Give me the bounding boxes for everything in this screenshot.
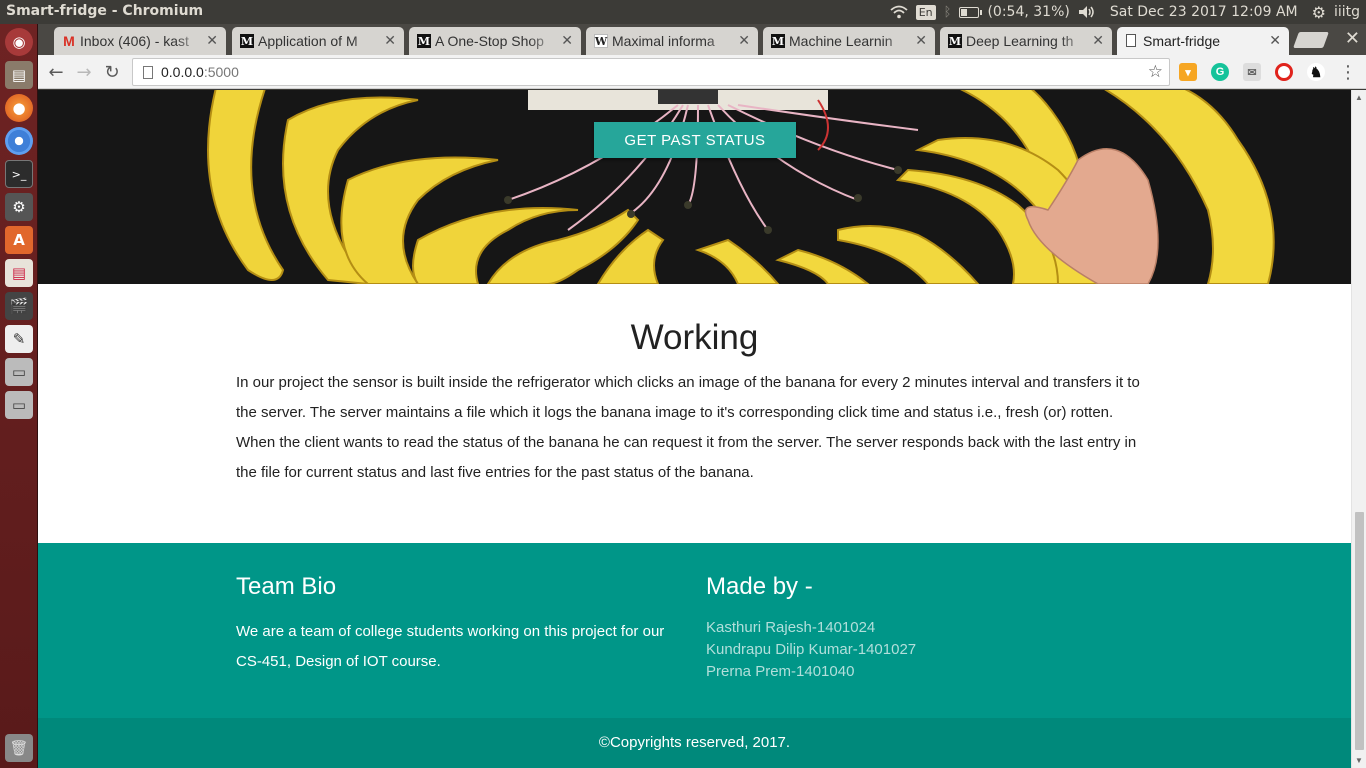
member-item[interactable]: Kundrapu Dilip Kumar-1401027	[706, 639, 1146, 661]
gear-icon[interactable]: ⚙	[1312, 3, 1326, 22]
banana-image	[38, 90, 1351, 284]
launcher: ◉ ▤ ● >_ ⚙ A ▤ 🎬 ✎ ▭ ▭ 🗑	[0, 24, 38, 768]
get-past-status-button[interactable]: GET PAST STATUS	[594, 122, 796, 158]
page-scrollbar[interactable]: ▲ ▼	[1351, 90, 1366, 768]
tab-title: Deep Learning th	[966, 33, 1074, 49]
member-item[interactable]: Prerna Prem-1401040	[706, 661, 1146, 683]
dash-icon[interactable]: ◉	[5, 28, 33, 56]
gmail-icon: M	[63, 33, 75, 49]
wifi-icon[interactable]	[890, 5, 908, 19]
tab-smart-fridge[interactable]: Smart-fridge ✕	[1117, 27, 1289, 55]
tab-application[interactable]: M Application of M ✕	[232, 27, 404, 55]
new-tab-button[interactable]	[1293, 32, 1329, 48]
battery-text: (0:54, 31%)	[987, 4, 1070, 20]
working-description: In our project the sensor is built insid…	[236, 374, 1140, 481]
url-text[interactable]: 0.0.0.0:5000	[161, 64, 239, 80]
settings-icon[interactable]: ⚙	[5, 193, 33, 221]
close-tab-icon[interactable]: ✕	[561, 32, 573, 49]
medium-icon: M	[417, 34, 431, 48]
close-tab-icon[interactable]: ✕	[1269, 32, 1281, 49]
tab-gmail[interactable]: M Inbox (406) - kast ✕	[54, 27, 226, 55]
members-list: Kasthuri Rajesh-1401024 Kundrapu Dilip K…	[706, 617, 1146, 683]
os-top-panel: Smart-fridge - Chromium En ᛒ (0:54, 31%)…	[0, 0, 1366, 24]
page-icon	[1126, 34, 1136, 47]
grammarly-extension-icon[interactable]: G	[1211, 63, 1229, 81]
username[interactable]: iiitg	[1334, 4, 1360, 20]
trash-icon[interactable]: 🗑	[5, 734, 33, 762]
tab-title: Application of M	[258, 33, 358, 49]
page-footer: Team Bio We are a team of college studen…	[38, 543, 1351, 718]
close-tab-icon[interactable]: ✕	[915, 32, 927, 49]
wikipedia-icon: W	[594, 34, 608, 48]
tab-machine-learning[interactable]: M Machine Learnin ✕	[763, 27, 935, 55]
scrollbar-thumb[interactable]	[1355, 512, 1364, 750]
browser-toolbar: ← → ↻ 0.0.0.0:5000 ☆ ▾ G ✉ ♞ ⋮	[38, 55, 1366, 89]
chromium-icon[interactable]	[5, 127, 33, 155]
close-tab-icon[interactable]: ✕	[206, 32, 218, 49]
team-bio-title: Team Bio	[236, 573, 337, 600]
keyboard-layout-indicator[interactable]: En	[915, 4, 936, 20]
firefox-icon[interactable]: ●	[5, 94, 33, 122]
team-bio-text: We are a team of college students workin…	[236, 623, 665, 670]
hero-banner: GET PAST STATUS	[38, 90, 1351, 284]
drive-icon-2[interactable]: ▭	[5, 391, 33, 419]
document-viewer-icon[interactable]: ▤	[5, 259, 33, 287]
battery-icon	[959, 6, 983, 18]
window-close-icon[interactable]: ✕	[1345, 28, 1360, 49]
tab-maximal-information[interactable]: W Maximal informa ✕	[586, 27, 758, 55]
close-tab-icon[interactable]: ✕	[384, 32, 396, 49]
close-tab-icon[interactable]: ✕	[738, 32, 750, 49]
tab-title: A One-Stop Shop	[435, 33, 544, 49]
video-player-icon[interactable]: 🎬	[5, 292, 33, 320]
member-item[interactable]: Kasthuri Rajesh-1401024	[706, 617, 1146, 639]
drive-icon[interactable]: ▭	[5, 358, 33, 386]
tab-strip: M Inbox (406) - kast ✕ M Application of …	[38, 24, 1366, 55]
extension-icon[interactable]: ✉	[1243, 63, 1261, 81]
bookmark-star-icon[interactable]: ☆	[1148, 62, 1163, 82]
system-tray: En ᛒ (0:54, 31%) Sat Dec 23 2017 12:09 A…	[890, 0, 1360, 24]
page-info-icon[interactable]	[143, 66, 153, 79]
working-section: Working In our project the sensor is bui…	[38, 284, 1351, 543]
made-by-title: Made by -	[706, 573, 813, 600]
software-center-icon[interactable]: A	[5, 226, 33, 254]
tab-title: Smart-fridge	[1143, 33, 1221, 49]
tab-deep-learning[interactable]: M Deep Learning th ✕	[940, 27, 1112, 55]
battery-indicator[interactable]	[959, 6, 983, 18]
medium-icon: M	[771, 34, 785, 48]
back-button[interactable]: ←	[44, 60, 68, 84]
menu-icon[interactable]: ⋮	[1336, 60, 1360, 84]
files-icon[interactable]: ▤	[5, 61, 33, 89]
scroll-up-arrow-icon[interactable]: ▲	[1355, 93, 1363, 102]
made-by-column: Made by - Kasthuri Rajesh-1401024 Kundra…	[706, 573, 1146, 683]
tab-title: Inbox (406) - kast	[80, 33, 189, 49]
medium-icon: M	[948, 34, 962, 48]
reload-button[interactable]: ↻	[100, 60, 124, 84]
url-port: :5000	[203, 64, 239, 80]
page-viewport: GET PAST STATUS Working In our project t…	[38, 90, 1351, 768]
tab-title: Machine Learnin	[789, 33, 893, 49]
copyright-bar: ©Copyrights reserved, 2017.	[38, 718, 1351, 768]
text-editor-icon[interactable]: ✎	[5, 325, 33, 353]
bluetooth-icon[interactable]: ᛒ	[944, 5, 952, 20]
address-bar[interactable]: 0.0.0.0:5000 ☆	[132, 58, 1170, 86]
volume-icon[interactable]	[1078, 5, 1096, 19]
url-host: 0.0.0.0	[161, 64, 204, 80]
scroll-down-arrow-icon[interactable]: ▼	[1355, 756, 1363, 765]
opera-extension-icon[interactable]	[1275, 63, 1293, 81]
working-title: Working	[630, 318, 759, 357]
clock[interactable]: Sat Dec 23 2017 12:09 AM	[1110, 4, 1298, 20]
tab-title: Maximal informa	[612, 33, 715, 49]
extension-icon-2[interactable]: ♞	[1307, 63, 1325, 81]
medium-icon: M	[240, 34, 254, 48]
tab-one-stop-shop[interactable]: M A One-Stop Shop ✕	[409, 27, 581, 55]
team-bio-column: Team Bio We are a team of college studen…	[236, 573, 676, 677]
close-tab-icon[interactable]: ✕	[1092, 32, 1104, 49]
brave-shield-extension-icon[interactable]: ▾	[1179, 63, 1197, 81]
terminal-icon[interactable]: >_	[5, 160, 33, 188]
forward-button[interactable]: →	[72, 60, 96, 84]
window-title: Smart-fridge - Chromium	[6, 3, 204, 19]
